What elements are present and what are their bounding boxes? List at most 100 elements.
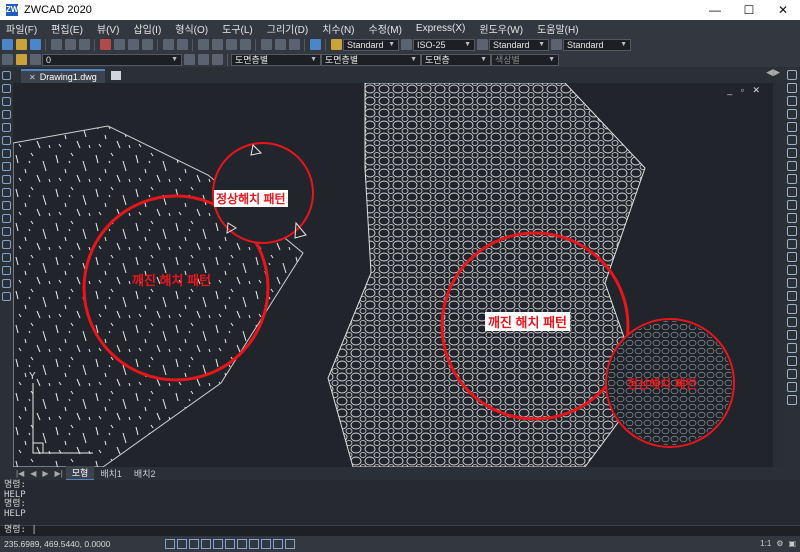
copy-tool-icon[interactable] <box>787 83 797 93</box>
snap-mode-icon[interactable] <box>165 539 175 549</box>
menu-edit[interactable]: 편집(E) <box>45 21 91 36</box>
zoom-realtime-icon[interactable] <box>212 39 223 50</box>
menu-window[interactable]: 윈도우(W) <box>473 21 531 36</box>
trim-tool-icon[interactable] <box>787 187 797 197</box>
snap-quadrant-icon[interactable] <box>787 330 797 340</box>
arc-tool-icon[interactable] <box>2 97 11 106</box>
erase-tool-icon[interactable] <box>787 70 797 80</box>
menu-dimension[interactable]: 치수(N) <box>316 21 362 36</box>
preview-icon[interactable] <box>65 39 76 50</box>
layer-state-icon[interactable] <box>212 54 223 65</box>
offset-tool-icon[interactable] <box>787 109 797 119</box>
table-style-select[interactable]: Standard ▼ <box>489 38 549 51</box>
help-icon[interactable] <box>310 39 321 50</box>
prev-tab-icon[interactable]: ◀ <box>30 469 36 478</box>
snap-perpendicular-icon[interactable] <box>787 356 797 366</box>
document-tab[interactable]: ✕ Drawing1.dwg <box>21 69 105 83</box>
linetype-select[interactable]: 도면층별 ▼ <box>321 53 421 66</box>
menu-draw[interactable]: 그리기(D) <box>261 21 316 36</box>
pan-icon[interactable] <box>198 39 209 50</box>
maximize-button[interactable]: ☐ <box>732 0 766 20</box>
snap-nearest-icon[interactable] <box>787 382 797 392</box>
arc2-tool-icon[interactable] <box>2 136 11 145</box>
rotate-tool-icon[interactable] <box>787 148 797 158</box>
tab-scroll-arrows-icon[interactable]: ◀▶ <box>766 67 780 78</box>
open-file-icon[interactable] <box>16 39 27 50</box>
vertical-scroll-area[interactable] <box>773 83 784 467</box>
snap-midpoint-icon[interactable] <box>787 291 797 301</box>
snap-endpoint-icon[interactable] <box>787 278 797 288</box>
make-block-tool-icon[interactable] <box>2 227 11 236</box>
properties-icon[interactable] <box>261 39 272 50</box>
menu-view[interactable]: 뷰(V) <box>91 21 128 36</box>
fullscreen-icon[interactable]: ▣ <box>788 539 796 548</box>
command-input[interactable]: 명령: | <box>0 525 800 536</box>
circle-tool-icon[interactable] <box>2 149 11 158</box>
point-tool-icon[interactable] <box>2 240 11 249</box>
extend-tool-icon[interactable] <box>787 200 797 210</box>
viewport-controls[interactable]: _ ▫ ✕ <box>727 85 763 96</box>
dynamic-input-icon[interactable] <box>249 539 259 549</box>
insert-block-tool-icon[interactable] <box>2 214 11 223</box>
grid-mode-icon[interactable] <box>177 539 187 549</box>
minimize-button[interactable]: — <box>698 0 732 20</box>
dim-style-select[interactable]: ISO-25 ▼ <box>413 38 475 51</box>
ellipse-arc-tool-icon[interactable] <box>2 201 11 210</box>
paste-icon[interactable] <box>128 39 139 50</box>
join-tool-icon[interactable] <box>787 226 797 236</box>
snap-node-icon[interactable] <box>787 317 797 327</box>
menu-file[interactable]: 파일(F) <box>0 21 45 36</box>
lineweight-select[interactable]: 도면층 ▼ <box>421 53 491 66</box>
annotation-scale-label[interactable]: 1:1 <box>760 539 771 548</box>
menu-express[interactable]: Express(X) <box>410 23 473 34</box>
object-snap-icon[interactable] <box>213 539 223 549</box>
fillet-tool-icon[interactable] <box>787 252 797 262</box>
chamfer-tool-icon[interactable] <box>787 239 797 249</box>
publish-icon[interactable] <box>79 39 90 50</box>
save-icon[interactable] <box>30 39 41 50</box>
move-tool-icon[interactable] <box>787 135 797 145</box>
first-tab-icon[interactable]: |◀ <box>16 469 24 478</box>
redo-icon[interactable] <box>177 39 188 50</box>
line-tool-icon[interactable] <box>2 71 11 80</box>
menu-insert[interactable]: 삽입(I) <box>127 21 169 36</box>
color-select[interactable]: 도면층별 ▼ <box>231 53 321 66</box>
design-center-icon[interactable] <box>275 39 286 50</box>
revcloud-tool-icon[interactable] <box>2 162 11 171</box>
layer-manager-icon[interactable] <box>2 54 13 65</box>
close-tab-icon[interactable]: ✕ <box>29 73 36 82</box>
zoom-window-icon[interactable] <box>226 39 237 50</box>
tab-layout1[interactable]: 배치1 <box>94 467 128 480</box>
mtext-tool-icon[interactable] <box>2 292 11 301</box>
tool-palette-icon[interactable] <box>289 39 300 50</box>
dynamic-ucs-icon[interactable] <box>237 539 247 549</box>
mirror-tool-icon[interactable] <box>787 96 797 106</box>
transparency-icon[interactable] <box>273 539 283 549</box>
new-tab-icon[interactable] <box>110 71 121 80</box>
cut-icon[interactable] <box>100 39 111 50</box>
object-track-icon[interactable] <box>225 539 235 549</box>
tab-model[interactable]: 모형 <box>65 466 95 481</box>
snap-center-icon[interactable] <box>787 304 797 314</box>
selection-cycling-icon[interactable] <box>285 539 295 549</box>
zoom-previous-icon[interactable] <box>240 39 251 50</box>
array-tool-icon[interactable] <box>787 122 797 132</box>
multileader-style-select[interactable]: Standard ▼ <box>563 38 631 51</box>
polygon-tool-icon[interactable] <box>2 110 11 119</box>
menu-tools[interactable]: 도구(L) <box>216 21 261 36</box>
scale-tool-icon[interactable] <box>787 161 797 171</box>
polar-tracking-icon[interactable] <box>201 539 211 549</box>
explode-tool-icon[interactable] <box>787 265 797 275</box>
ellipse-tool-icon[interactable] <box>2 188 11 197</box>
plotstyle-select[interactable]: 색상별 ▼ <box>491 53 559 66</box>
make-current-layer-icon[interactable] <box>184 54 195 65</box>
stretch-tool-icon[interactable] <box>787 174 797 184</box>
hatch-tool-icon[interactable] <box>2 253 11 262</box>
close-button[interactable]: ✕ <box>766 0 800 20</box>
spline-tool-icon[interactable] <box>2 175 11 184</box>
snap-intersection-icon[interactable] <box>787 343 797 353</box>
polyline-tool-icon[interactable] <box>2 84 11 93</box>
ortho-mode-icon[interactable] <box>189 539 199 549</box>
undo-icon[interactable] <box>163 39 174 50</box>
copy-icon[interactable] <box>114 39 125 50</box>
